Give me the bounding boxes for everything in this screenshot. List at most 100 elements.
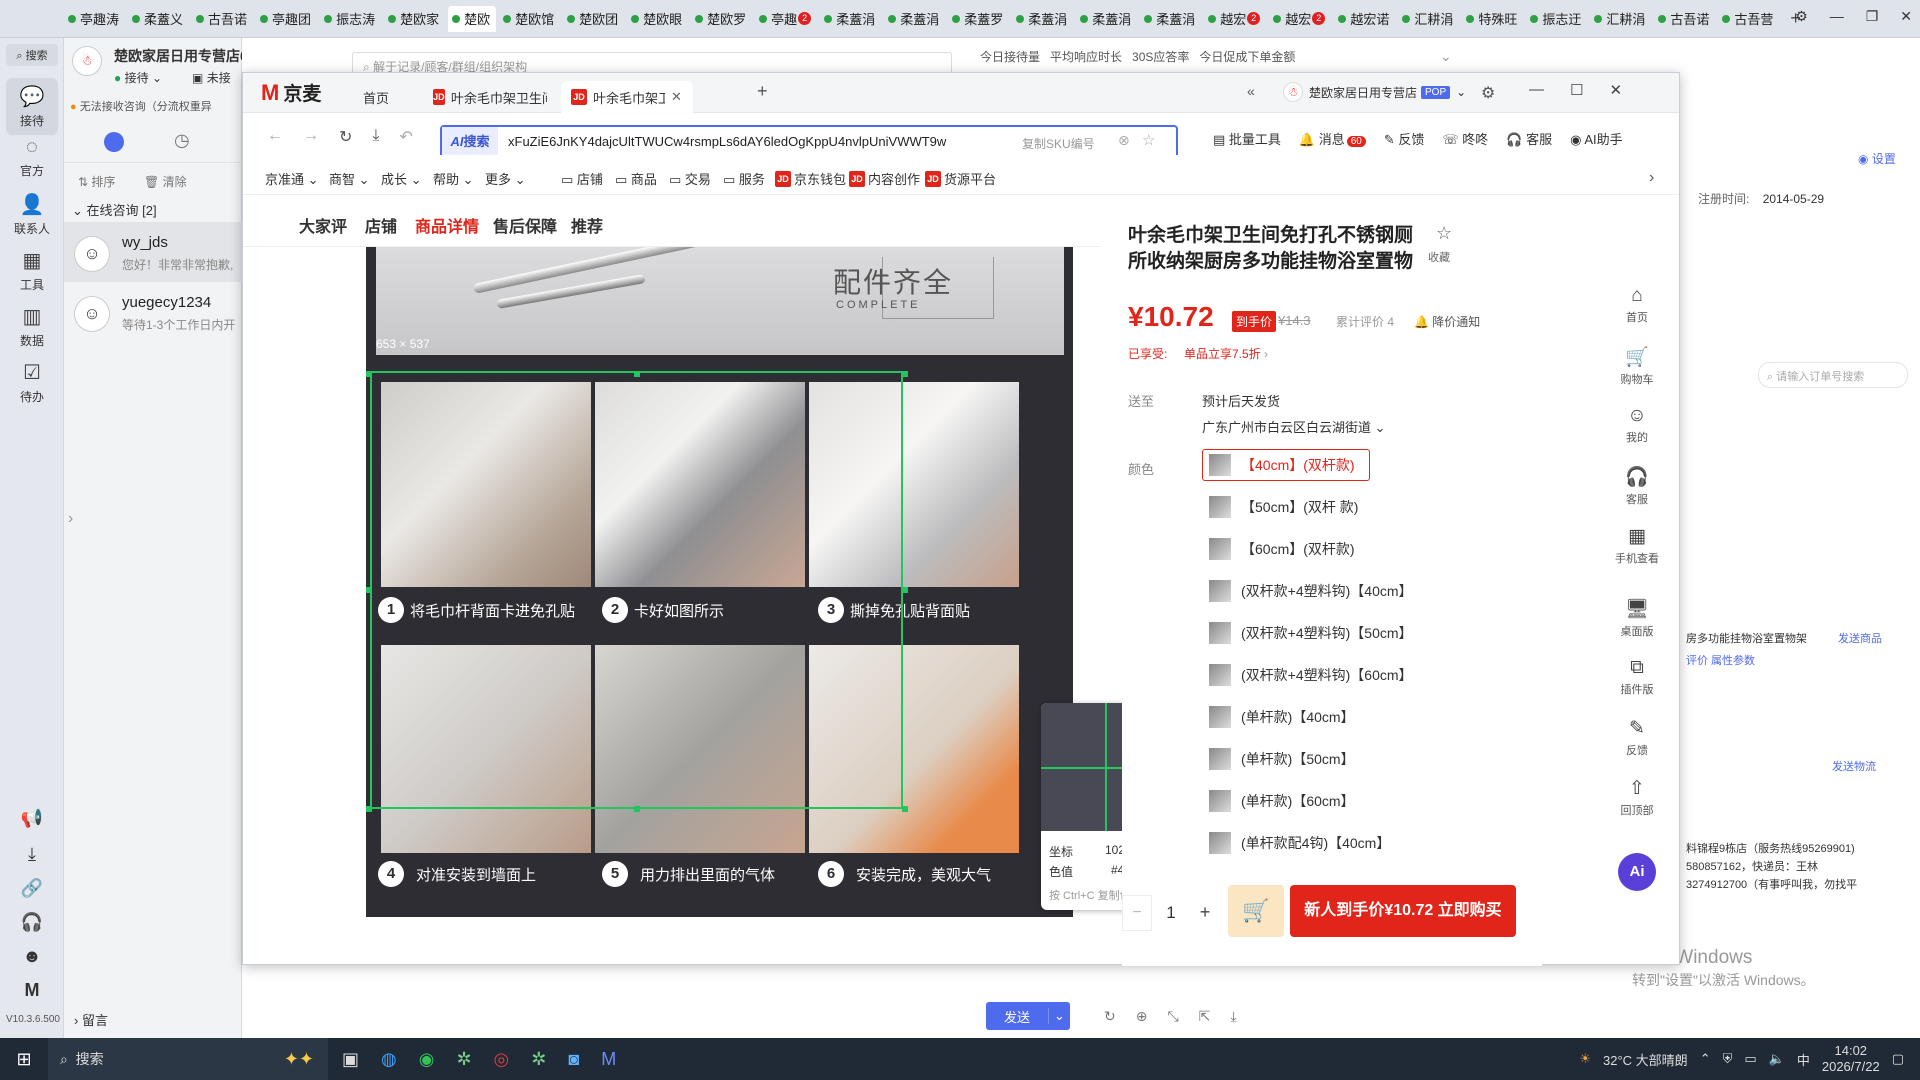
link-icon[interactable]: 🔗	[6, 878, 58, 899]
nav-shangzhi[interactable]: 商智 ⌄	[329, 169, 370, 188]
refresh-icon[interactable]: ↻	[1104, 1008, 1116, 1025]
minimize-icon[interactable]: —	[1529, 81, 1544, 99]
sku-option[interactable]: (单杆款配4钩)【40cm】	[1202, 827, 1406, 859]
reload-icon[interactable]: ↻	[339, 127, 352, 147]
send-logistics-link[interactable]: 发送物流	[1832, 758, 1876, 774]
top-tab[interactable]: 古吾诺	[1654, 6, 1715, 32]
new-tab-icon[interactable]: +	[757, 81, 768, 102]
resize-handle[interactable]	[366, 371, 372, 377]
robot-icon[interactable]: ☻	[6, 946, 58, 967]
top-tab[interactable]: 柔蓋义	[128, 6, 189, 32]
chevron-down-icon[interactable]: ⌄	[1048, 1008, 1070, 1024]
forward-icon[interactable]: →	[303, 127, 319, 147]
settings-icon[interactable]: ⚙	[1481, 83, 1495, 103]
sku-option[interactable]: (双杆款+4塑料钩)【50cm】	[1202, 617, 1428, 649]
tab-aftersale[interactable]: 售后保障	[493, 213, 557, 237]
rail-item-official[interactable]: ◌ 官方	[6, 136, 58, 179]
top-tab[interactable]: 越宏 2	[1204, 6, 1266, 32]
review-count[interactable]: 累计评价 4	[1336, 313, 1394, 330]
add-cart-button[interactable]: 🛒	[1228, 885, 1284, 937]
send-product-link[interactable]: 发送商品	[1838, 630, 1882, 646]
maximize-icon[interactable]: ☐	[1570, 81, 1583, 99]
qty-decrease-button[interactable]: −	[1122, 895, 1152, 931]
top-tab[interactable]: 楚欧罗	[691, 6, 752, 32]
tab-reviews[interactable]: 大家评	[299, 213, 347, 237]
resize-handle[interactable]	[634, 371, 640, 377]
headset-icon[interactable]: 🎧	[6, 912, 58, 933]
sku-search-box[interactable]: AI搜索 xFuZiE6JnKY4dajcUltTWUCw4rsmpLs6dAY…	[440, 125, 1178, 159]
rail-item-todo[interactable]: ☑ 待办	[6, 360, 58, 405]
status-receive[interactable]: ● 接待 ⌄	[114, 69, 162, 86]
batch-tools-button[interactable]: ▤ 批量工具	[1213, 129, 1281, 148]
rail-item-receive[interactable]: 💬 接待	[6, 78, 58, 135]
star-icon[interactable]: ☆	[1436, 223, 1452, 244]
sku-option[interactable]: (单杆款)【50cm】	[1202, 743, 1370, 775]
nav-service[interactable]: ▭ 服务	[723, 169, 765, 188]
nav-store[interactable]: ▭ 店铺	[561, 169, 603, 188]
top-tab[interactable]: 楚欧眼	[627, 6, 688, 32]
download-icon[interactable]: ⤓	[1230, 1008, 1236, 1025]
rail-mine[interactable]: ☺ 我的	[1602, 405, 1672, 445]
ai-assistant-icon[interactable]: Ai	[1618, 853, 1656, 891]
close-icon[interactable]: ✕	[671, 89, 682, 105]
props-link[interactable]: 评价 属性参数	[1686, 652, 1755, 668]
app-icon[interactable]: ✲	[531, 1049, 546, 1070]
nav-help[interactable]: 帮助 ⌄	[433, 169, 474, 188]
tab-product-1[interactable]: JD叶余毛巾架卫生间免打	[423, 81, 557, 113]
top-tab[interactable]: 亭趣涛	[64, 6, 125, 32]
top-tab[interactable]: 古吾营	[1718, 6, 1779, 32]
chat-tab-active-icon[interactable]	[104, 132, 124, 152]
resize-handle[interactable]	[366, 587, 372, 593]
top-tab[interactable]: 特殊旺	[1462, 6, 1523, 32]
top-tab[interactable]: 楚欧	[448, 5, 497, 32]
clear-button[interactable]: 🗑 清除	[144, 173, 187, 190]
shield-icon[interactable]: ⛨	[1723, 1051, 1733, 1067]
resize-handle[interactable]	[634, 806, 640, 812]
history-icon[interactable]: ◷	[174, 130, 190, 151]
nav-content[interactable]: JD 内容创作	[849, 169, 920, 188]
rail-mobile-view[interactable]: ▦ 手机查看	[1602, 525, 1672, 566]
top-tab[interactable]: 柔蓋涓	[1076, 6, 1137, 32]
double-chevron-left-icon[interactable]: «	[1247, 83, 1255, 99]
rail-top[interactable]: ⇧ 回顶部	[1602, 777, 1672, 818]
status-unread[interactable]: ▣ 未接	[192, 69, 231, 86]
back-icon[interactable]: ←	[267, 127, 283, 147]
close-icon[interactable]: ✕	[1900, 8, 1912, 25]
close-icon[interactable]: ✕	[1609, 81, 1622, 99]
top-tab[interactable]: 柔蓋涓	[884, 6, 945, 32]
resize-handle[interactable]	[902, 587, 908, 593]
nav-more[interactable]: 更多 ⌄	[485, 169, 526, 188]
sku-option[interactable]: (单杆款)【60cm】	[1202, 785, 1370, 817]
app-icon[interactable]: ◎	[494, 1049, 510, 1070]
star-icon[interactable]: ☆	[1142, 131, 1155, 149]
clock[interactable]: 14:02 2026/7/22	[1822, 1043, 1880, 1075]
download-icon[interactable]: ⤓	[6, 844, 58, 865]
top-tab[interactable]: 越宏 2	[1269, 6, 1331, 32]
dongdong-button[interactable]: ☏ 咚咚	[1442, 129, 1488, 148]
leave-message-item[interactable]: › 留言	[74, 1010, 108, 1029]
chevron-right-icon[interactable]: ›	[1649, 169, 1654, 187]
chevron-up-icon[interactable]: ⌃	[1700, 1051, 1711, 1067]
nav-goods[interactable]: ▭ 商品	[615, 169, 657, 188]
tab-recommend[interactable]: 推荐	[571, 213, 603, 237]
top-tab[interactable]: 亭趣 2	[755, 6, 817, 32]
plus-circle-icon[interactable]: ⊕	[1136, 1008, 1148, 1025]
app-icon[interactable]: ✲	[456, 1049, 471, 1070]
messages-button[interactable]: 🔔 消息 60	[1299, 129, 1366, 148]
send-button[interactable]: 发送 ⌄	[986, 1002, 1070, 1030]
share-icon[interactable]: ⇱	[1199, 1008, 1211, 1025]
ai-search-button[interactable]: AI搜索	[442, 127, 498, 157]
volume-icon[interactable]: 🔈	[1769, 1051, 1785, 1067]
top-tab[interactable]: 柔蓋涓	[1140, 6, 1201, 32]
online-section-header[interactable]: ⌄ 在线咨询 [2]	[72, 200, 157, 219]
price-notify[interactable]: 🔔 降价通知	[1414, 313, 1480, 330]
feedback-button[interactable]: ✎ 反馈	[1384, 129, 1425, 148]
top-tab[interactable]: 楚欧家	[384, 6, 445, 32]
top-tab[interactable]: 楚欧团	[563, 6, 624, 32]
top-tab[interactable]: 亭趣团	[256, 6, 317, 32]
top-tab[interactable]: 柔蓋涓	[820, 6, 881, 32]
sku-option[interactable]: (单杆款)【40cm】	[1202, 701, 1370, 733]
rail-service[interactable]: 🎧 客服	[1602, 465, 1672, 507]
chat-item-wy-jds[interactable]: ☺ wy_jds 您好！非常非常抱歉,	[64, 222, 242, 282]
minimize-icon[interactable]: —	[1830, 8, 1844, 25]
